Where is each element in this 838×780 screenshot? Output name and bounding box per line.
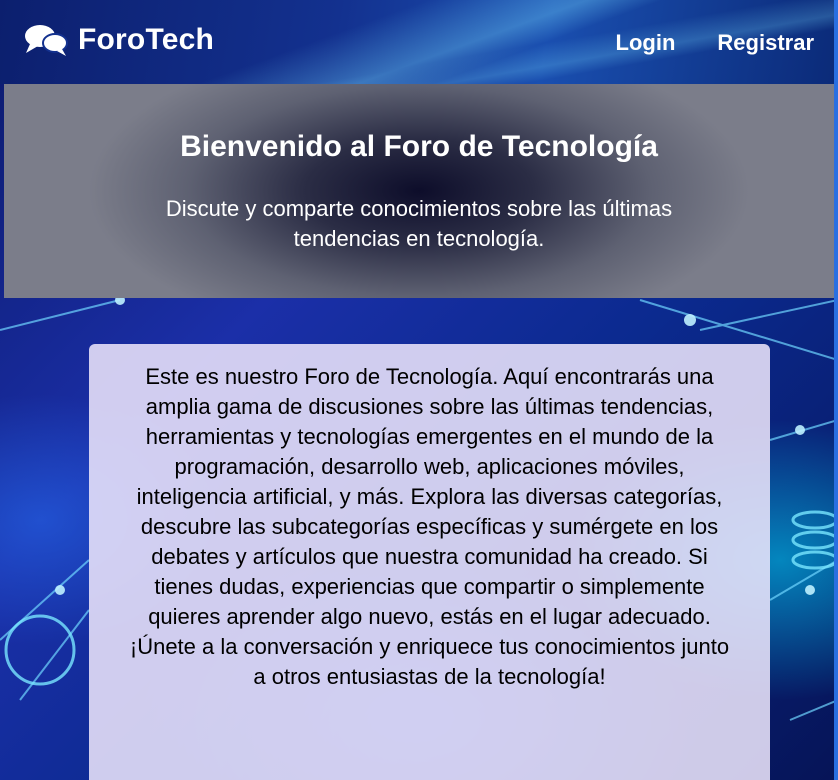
- brand-link[interactable]: ForoTech: [24, 22, 214, 58]
- intro-paragraph: Este es nuestro Foro de Tecnología. Aquí…: [129, 364, 730, 689]
- intro-card: Este es nuestro Foro de Tecnología. Aquí…: [89, 344, 770, 780]
- login-link[interactable]: Login: [616, 30, 676, 56]
- brand-name: ForoTech: [78, 23, 215, 56]
- hero-subtitle: Discute y comparte conocimientos sobre l…: [165, 196, 673, 251]
- nav-links: Login Registrar: [574, 30, 814, 56]
- hero-title: Bienvenido al Foro de Tecnología: [180, 130, 658, 163]
- navbar: ForoTech Login Registrar: [0, 0, 838, 84]
- hero-banner: Bienvenido al Foro de Tecnología Discute…: [4, 84, 834, 298]
- chat-bubbles-icon: [25, 25, 68, 56]
- register-link[interactable]: Registrar: [717, 30, 814, 56]
- window-edge: [834, 0, 838, 780]
